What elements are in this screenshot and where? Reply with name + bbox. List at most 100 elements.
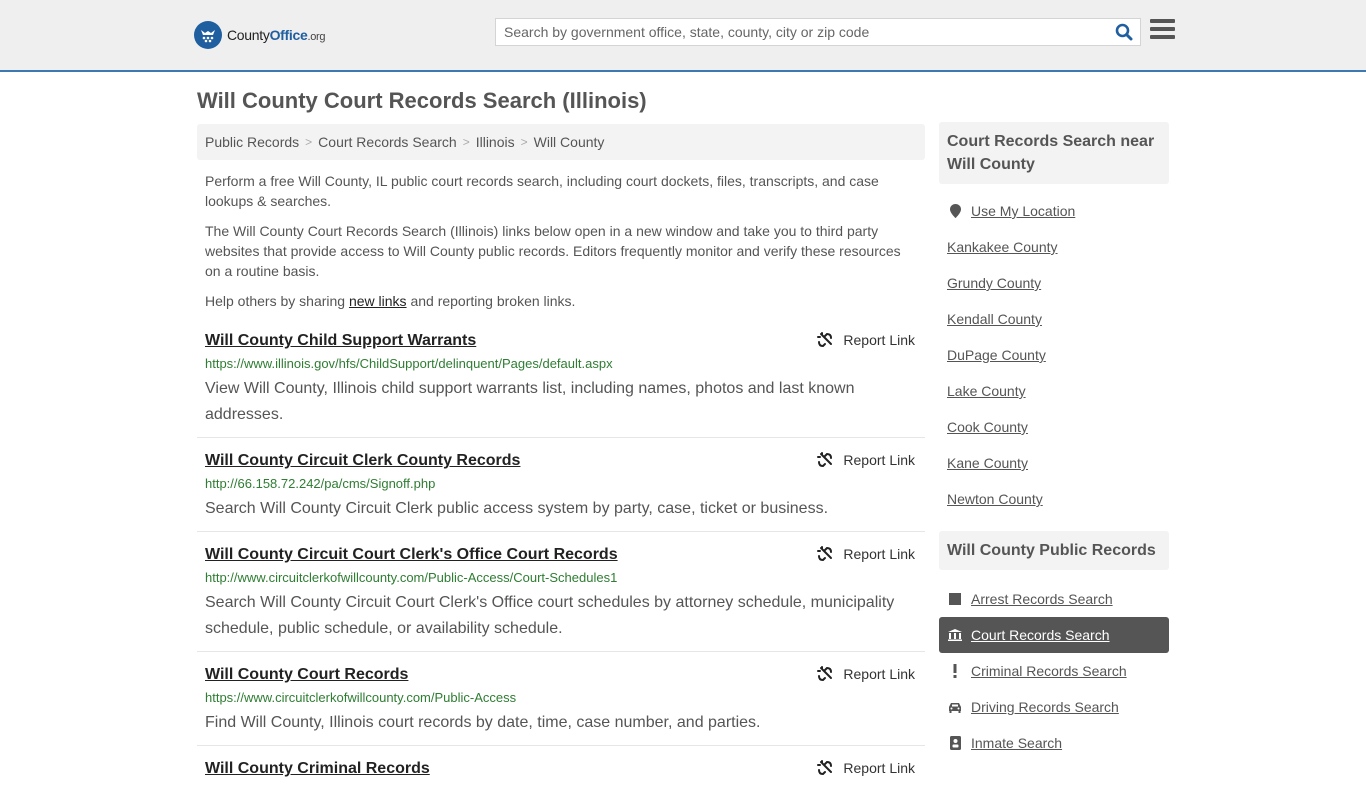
use-my-location-item[interactable]: Use My Location (939, 193, 1169, 229)
breadcrumb-separator: > (305, 135, 313, 149)
site-header: CountyOffice.org (0, 0, 1366, 72)
result-description: Search Will County Circuit Clerk public … (205, 500, 829, 517)
public-records-list: Arrest Records Search Court Records Sear… (939, 570, 1169, 773)
search-button[interactable] (1108, 19, 1140, 45)
result-url: http://www.circuitclerkofwillcounty.com/… (205, 570, 618, 585)
result-title-link[interactable]: Will County Court Records (205, 664, 408, 686)
result-title-link[interactable]: Will County Criminal Records (205, 758, 430, 780)
report-link-button[interactable]: Report Link (817, 666, 915, 682)
id-badge-icon (947, 736, 963, 750)
nearby-heading: Court Records Search near Will County (939, 122, 1169, 184)
report-link-button[interactable]: Report Link (817, 546, 915, 562)
nearby-county-link[interactable]: Kendall County (947, 311, 1042, 327)
hamburger-menu-icon-bar (1150, 27, 1175, 31)
report-link-label: Report Link (843, 332, 915, 348)
nearby-county-item[interactable]: Cook County (939, 409, 1169, 445)
breadcrumb-separator: > (520, 135, 528, 149)
eagle-logo-icon (194, 21, 222, 49)
result-title-link[interactable]: Will County Child Support Warrants (205, 330, 476, 352)
result-item: Will County Child Support Warrants Repor… (197, 326, 925, 438)
search-bar (495, 18, 1141, 46)
breadcrumb-separator: > (462, 135, 470, 149)
intro-paragraph-3: Help others by sharing new links and rep… (205, 291, 920, 311)
broken-link-icon (817, 452, 833, 468)
nearby-county-link[interactable]: Lake County (947, 383, 1026, 399)
result-title-link[interactable]: Will County Circuit Court Clerk's Office… (205, 544, 618, 566)
sidebar-item-label[interactable]: Arrest Records Search (971, 591, 1113, 607)
report-link-button[interactable]: Report Link (817, 760, 915, 776)
breadcrumb-court-records-search[interactable]: Court Records Search (318, 134, 457, 150)
page-title: Will County Court Records Search (Illino… (197, 88, 647, 113)
sidebar-item-label[interactable]: Court Records Search (971, 627, 1110, 643)
report-link-label: Report Link (843, 452, 915, 468)
intro-paragraph-1: Perform a free Will County, IL public co… (205, 173, 879, 209)
nearby-county-item[interactable]: Grundy County (939, 265, 1169, 301)
result-title-link[interactable]: Will County Circuit Clerk County Records (205, 450, 520, 472)
result-description: Find Will County, Illinois court records… (205, 714, 761, 731)
broken-link-icon (817, 666, 833, 682)
hamburger-menu-button[interactable] (1150, 19, 1175, 41)
nearby-county-item[interactable]: Lake County (939, 373, 1169, 409)
intro-p3-text: and reporting broken links. (406, 293, 576, 309)
new-links-link[interactable]: new links (349, 293, 407, 309)
result-url: https://www.illinois.gov/hfs/ChildSuppor… (205, 356, 613, 371)
nearby-county-item[interactable]: Kankakee County (939, 229, 1169, 265)
broken-link-icon (817, 546, 833, 562)
nearby-county-link[interactable]: Kankakee County (947, 239, 1058, 255)
results-list: Will County Child Support Warrants Repor… (197, 326, 925, 789)
sidebar-item-label[interactable]: Driving Records Search (971, 699, 1119, 715)
broken-link-icon (817, 760, 833, 776)
broken-link-icon (817, 332, 833, 348)
search-icon (1115, 23, 1133, 41)
breadcrumb-will-county[interactable]: Will County (534, 134, 605, 150)
sidebar-item-label[interactable]: Criminal Records Search (971, 663, 1127, 679)
sidebar-item-driving-records[interactable]: Driving Records Search (939, 689, 1169, 725)
report-link-button[interactable]: Report Link (817, 332, 915, 348)
report-link-label: Report Link (843, 760, 915, 776)
intro-paragraph-2: The Will County Court Records Search (Il… (205, 223, 901, 279)
logo-text-main: County (227, 27, 270, 43)
logo-text-tld: .org (307, 31, 326, 43)
report-link-label: Report Link (843, 666, 915, 682)
courthouse-icon (947, 629, 963, 641)
intro-p3-text: Help others by sharing (205, 293, 349, 309)
sidebar: Court Records Search near Will County Us… (939, 122, 1169, 773)
square-icon (947, 593, 963, 605)
nearby-county-link[interactable]: Newton County (947, 491, 1043, 507)
nearby-county-item[interactable]: DuPage County (939, 337, 1169, 373)
breadcrumb-illinois[interactable]: Illinois (476, 134, 515, 150)
public-records-heading: Will County Public Records (939, 531, 1169, 570)
use-my-location-link[interactable]: Use My Location (971, 203, 1075, 219)
nearby-county-link[interactable]: Grundy County (947, 275, 1041, 291)
sidebar-item-court-records[interactable]: Court Records Search (939, 617, 1169, 653)
result-item: Will County Circuit Court Clerk's Office… (197, 532, 925, 652)
intro-text: Perform a free Will County, IL public co… (205, 171, 920, 321)
result-url: https://www.circuitclerkofwillcounty.com… (205, 690, 517, 705)
result-description: Search Will County Circuit Court Clerk's… (205, 594, 895, 637)
nearby-county-item[interactable]: Kendall County (939, 301, 1169, 337)
logo-text: CountyOffice.org (227, 27, 326, 43)
sidebar-item-criminal-records[interactable]: Criminal Records Search (939, 653, 1169, 689)
nearby-county-item[interactable]: Kane County (939, 445, 1169, 481)
report-link-label: Report Link (843, 546, 915, 562)
report-link-button[interactable]: Report Link (817, 452, 915, 468)
result-item: Will County Circuit Clerk County Records… (197, 438, 925, 532)
hamburger-menu-icon-bar (1150, 35, 1175, 39)
sidebar-item-label[interactable]: Inmate Search (971, 735, 1062, 751)
search-input[interactable] (496, 19, 1108, 45)
nearby-county-link[interactable]: Kane County (947, 455, 1028, 471)
nearby-list: Use My Location Kankakee County Grundy C… (939, 184, 1169, 529)
result-url: http://66.158.72.242/pa/cms/Signoff.php (205, 476, 436, 491)
breadcrumb-public-records[interactable]: Public Records (205, 134, 299, 150)
sidebar-item-inmate-search[interactable]: Inmate Search (939, 725, 1169, 761)
result-item: Will County Court Records Report Link ht… (197, 652, 925, 746)
exclamation-icon (947, 664, 963, 678)
nearby-county-item[interactable]: Newton County (939, 481, 1169, 517)
car-icon (947, 702, 963, 713)
hamburger-menu-icon-bar (1150, 19, 1175, 23)
sidebar-item-arrest-records[interactable]: Arrest Records Search (939, 581, 1169, 617)
nearby-county-link[interactable]: DuPage County (947, 347, 1046, 363)
nearby-county-link[interactable]: Cook County (947, 419, 1028, 435)
site-logo[interactable]: CountyOffice.org (194, 21, 326, 49)
breadcrumb: Public Records > Court Records Search > … (197, 124, 925, 160)
